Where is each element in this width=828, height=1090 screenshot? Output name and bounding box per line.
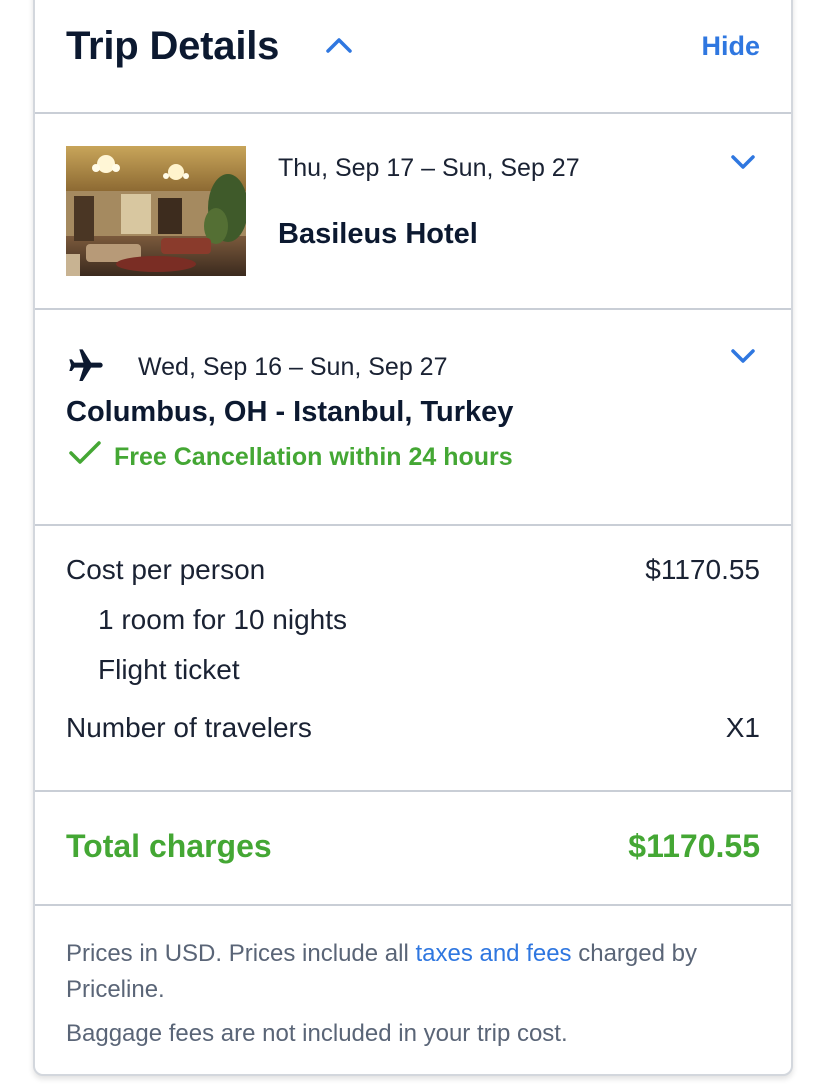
room-nights-line: 1 room for 10 nights bbox=[98, 604, 348, 635]
number-of-travelers-value: X1 bbox=[725, 712, 760, 743]
trip-details-header[interactable]: Trip Details Hide bbox=[35, 0, 791, 114]
price-note-text: Prices in USD. Prices include all bbox=[66, 940, 416, 967]
hotel-dates: Thu, Sep 17 – Sun, Sep 27 bbox=[278, 154, 580, 182]
taxes-and-fees-link[interactable]: taxes and fees bbox=[415, 940, 571, 967]
flight-dates: Wed, Sep 16 – Sun, Sep 27 bbox=[138, 353, 448, 381]
hotel-section[interactable]: Thu, Sep 17 – Sun, Sep 27 Basileus Hotel bbox=[35, 114, 791, 310]
airplane-icon bbox=[69, 349, 103, 381]
price-note: Prices in USD. Prices include all taxes … bbox=[66, 936, 778, 1008]
flight-ticket-line: Flight ticket bbox=[98, 654, 240, 685]
total-charges-row: Total charges $1170.55 bbox=[35, 792, 791, 906]
chevron-down-icon[interactable] bbox=[730, 154, 756, 170]
free-cancellation-text: Free Cancellation within 24 hours bbox=[114, 443, 513, 471]
cost-per-person-label: Cost per person bbox=[66, 554, 266, 585]
chevron-down-icon[interactable] bbox=[730, 348, 756, 364]
cost-per-person-value: $1170.55 bbox=[645, 554, 760, 585]
baggage-note: Baggage fees are not included in your tr… bbox=[66, 1020, 568, 1047]
price-disclaimer: Prices in USD. Prices include all taxes … bbox=[66, 936, 778, 1052]
flight-section[interactable]: Wed, Sep 16 – Sun, Sep 27 Columbus, OH -… bbox=[35, 310, 791, 526]
number-of-travelers-label: Number of travelers bbox=[66, 712, 312, 743]
trip-details-card: Trip Details Hide Thu, Sep 17 – Sun, Sep… bbox=[33, 0, 793, 1076]
chevron-up-icon[interactable] bbox=[325, 35, 353, 55]
hide-button[interactable]: Hide bbox=[701, 31, 760, 62]
checkmark-icon bbox=[69, 441, 101, 464]
cost-breakdown: Cost per person $1170.55 1 room for 10 n… bbox=[35, 526, 791, 792]
flight-route: Columbus, OH - Istanbul, Turkey bbox=[66, 396, 514, 428]
total-charges-value: $1170.55 bbox=[628, 828, 760, 864]
total-charges-label: Total charges bbox=[66, 828, 272, 864]
hotel-name: Basileus Hotel bbox=[278, 218, 478, 250]
hotel-image bbox=[66, 146, 246, 276]
page-title: Trip Details bbox=[66, 24, 280, 68]
